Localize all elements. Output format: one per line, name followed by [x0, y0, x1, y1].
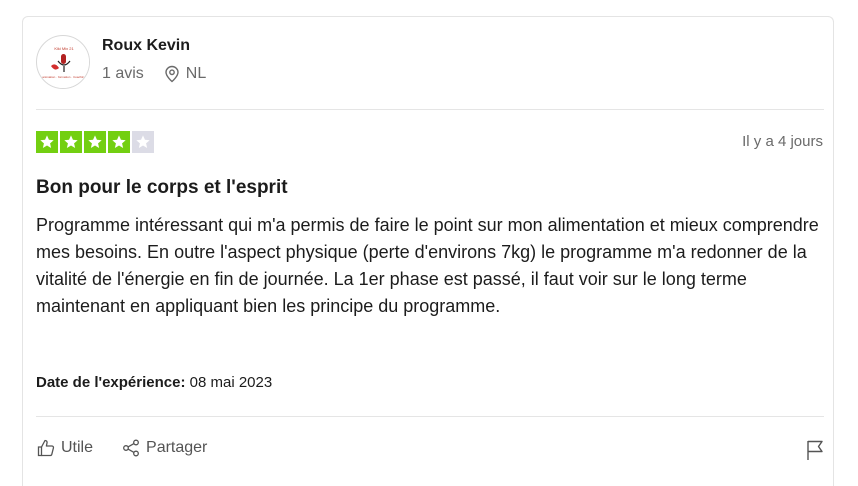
star-icon	[88, 135, 102, 148]
review-count: 1 avis	[102, 65, 144, 82]
share-button[interactable]: Partager	[121, 438, 207, 458]
avatar-logo-icon: Kiki Mix 21 animation · formation · Coac…	[38, 37, 89, 88]
experience-date: Date de l'expérience: 08 mai 2023	[36, 374, 272, 391]
useful-label: Utile	[61, 439, 94, 456]
avatar-text-bottom: animation · formation · Coaching	[42, 75, 86, 79]
author-country: NL	[185, 65, 207, 82]
review-actions: Utile Partager	[36, 438, 235, 458]
star-2	[60, 131, 82, 153]
review-text: Programme intéressant qui m'a permis de …	[36, 215, 819, 316]
useful-button[interactable]: Utile	[36, 438, 93, 458]
posted-date: Il y a 4 jours	[742, 133, 823, 150]
flag-icon[interactable]	[805, 439, 825, 461]
star-4	[108, 131, 130, 153]
header-divider	[36, 109, 824, 110]
star-3	[84, 131, 106, 153]
review-title: Bon pour le corps et l'esprit	[36, 177, 288, 198]
star-icon	[112, 135, 126, 148]
star-icon	[40, 135, 54, 148]
star-icon	[64, 135, 78, 148]
map-pin-icon	[165, 65, 179, 83]
star-icon	[136, 135, 150, 148]
share-icon	[123, 439, 139, 457]
footer-divider	[36, 416, 824, 417]
star-5	[132, 131, 154, 153]
avatar[interactable]: Kiki Mix 21 animation · formation · Coac…	[36, 35, 90, 89]
star-1	[36, 131, 58, 153]
experience-date-label: Date de l'expérience:	[36, 374, 186, 391]
avatar-text-top: Kiki Mix 21	[54, 46, 74, 51]
experience-date-value: 08 mai 2023	[189, 374, 273, 391]
share-label: Partager	[146, 439, 208, 456]
author-name[interactable]: Roux Kevin	[102, 37, 190, 55]
star-rating	[36, 131, 156, 153]
author-meta: 1 avis NL	[102, 65, 206, 83]
thumbs-up-icon	[37, 439, 55, 457]
